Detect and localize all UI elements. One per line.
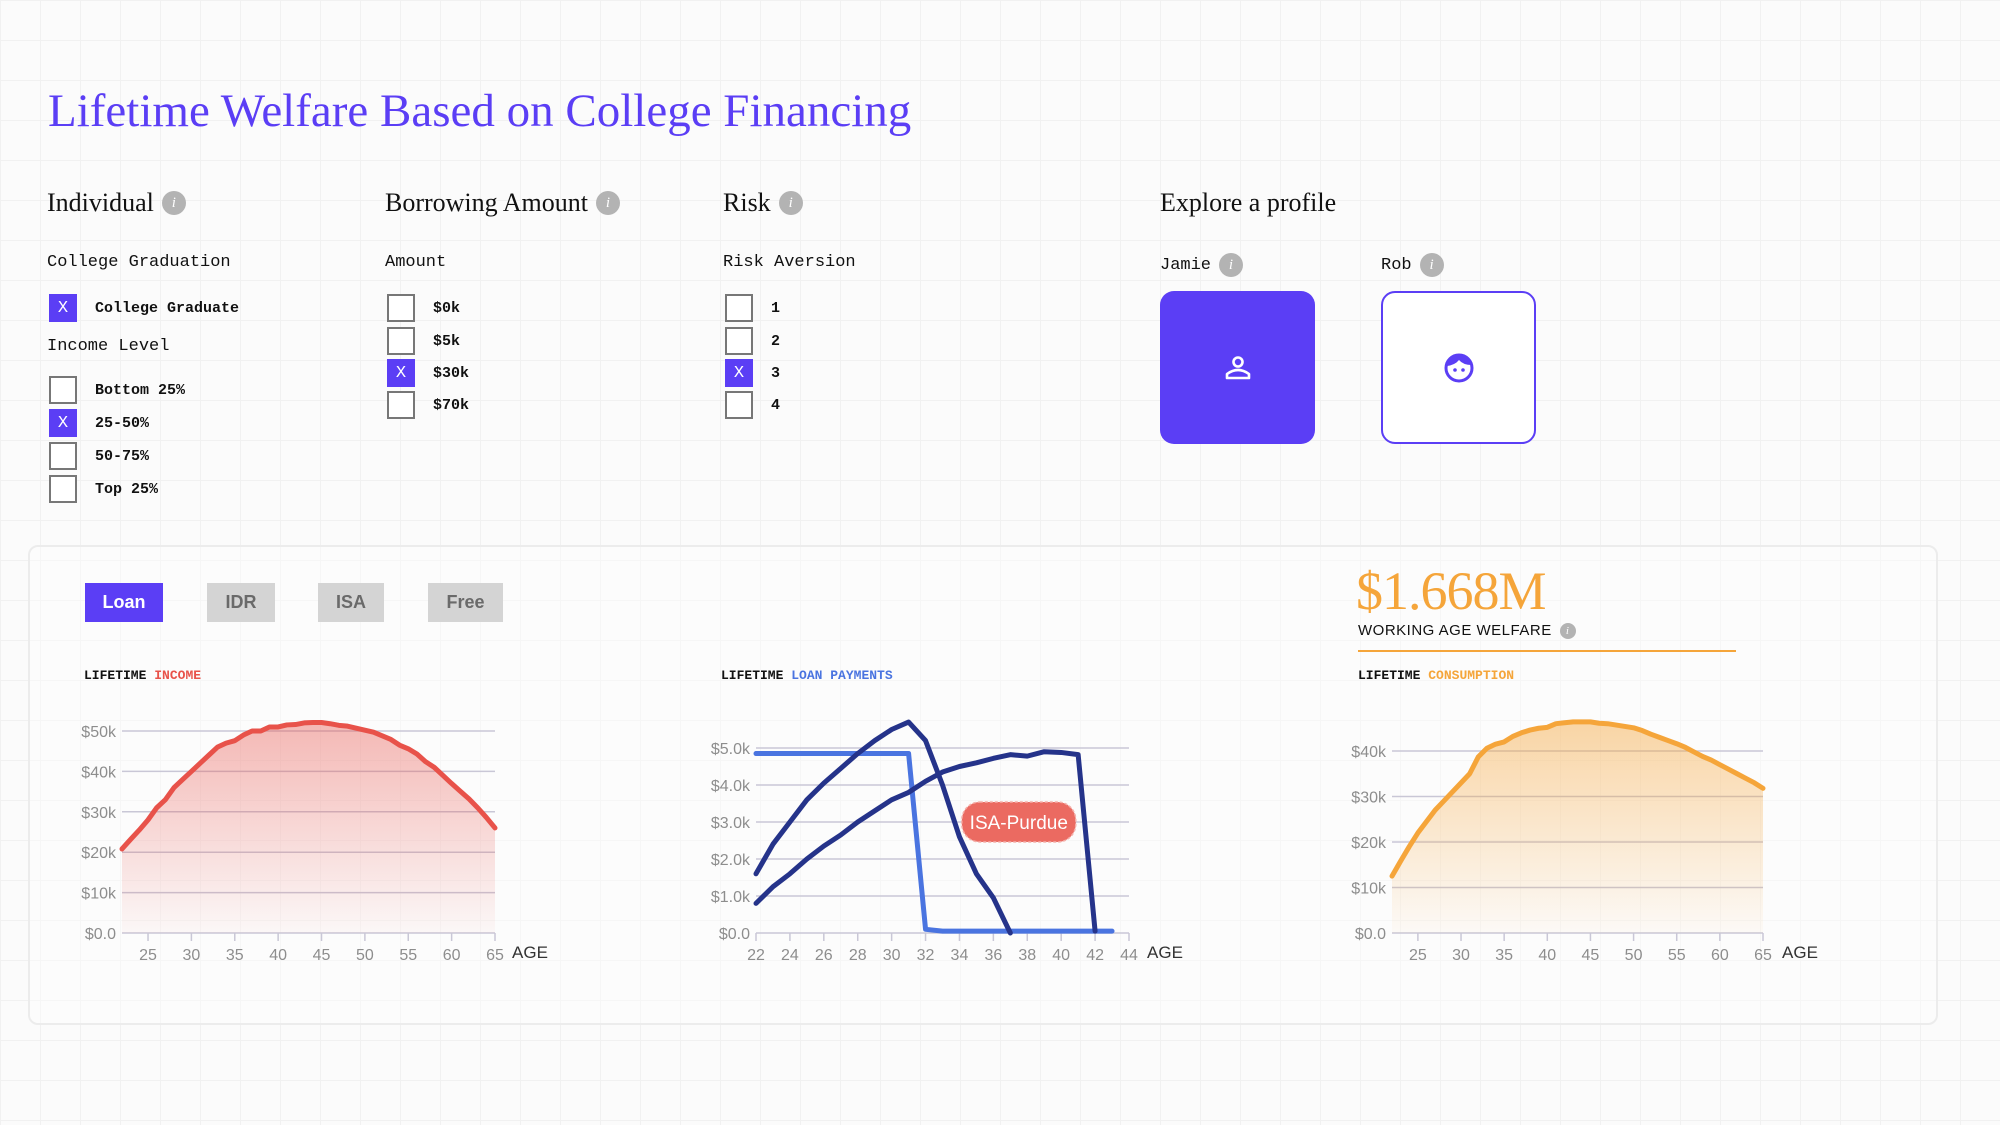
x-tick-label: 30 [883,947,901,964]
x-tick-label: 45 [1582,947,1600,964]
x-axis-label: AGE [512,943,548,962]
x-tick-label: 32 [917,947,935,964]
x-tick-label: 42 [1086,947,1104,964]
y-tick-label: $40k [81,764,117,781]
x-tick-label: 35 [226,947,244,964]
area-fill [122,722,495,933]
x-axis-label: AGE [1782,943,1818,962]
y-tick-label: $30k [81,805,117,822]
x-tick-label: 60 [443,947,461,964]
y-tick-label: $20k [81,845,117,862]
y-tick-label: $4.0k [711,778,751,795]
y-tick-label: $30k [1351,790,1387,807]
annotation-label: ISA-Purdue [970,813,1068,834]
y-tick-label: $20k [1351,835,1387,852]
y-tick-label: $10k [81,886,117,903]
x-tick-label: 65 [1754,947,1772,964]
x-tick-label: 40 [1052,947,1070,964]
x-tick-label: 45 [313,947,331,964]
y-tick-label: $0.0 [1355,926,1386,943]
y-tick-label: $50k [81,724,117,741]
y-tick-label: $40k [1351,744,1387,761]
x-tick-label: 50 [1625,947,1643,964]
y-tick-label: $0.0 [719,926,750,943]
y-tick-label: $10k [1351,881,1387,898]
y-tick-label: $5.0k [711,741,751,758]
x-axis-label: AGE [1147,943,1183,962]
x-tick-label: 40 [269,947,287,964]
y-tick-label: $1.0k [711,889,751,906]
charts-layer: $0.0 $10k $20k $30k $40k $50k 25 30 35 40 45 50 55 60… [81,719,1818,964]
x-tick-label: 44 [1120,947,1138,964]
y-tick-label: $2.0k [711,852,751,869]
x-tick-label: 28 [849,947,867,964]
x-tick-label: 22 [747,947,765,964]
x-tick-label: 36 [984,947,1002,964]
x-tick-label: 35 [1495,947,1513,964]
x-tick-label: 65 [486,947,504,964]
x-tick-label: 30 [182,947,200,964]
area-fill [1392,721,1763,933]
y-tick-label: $0.0 [85,926,116,943]
x-tick-label: 50 [356,947,374,964]
x-tick-label: 40 [1538,947,1556,964]
x-tick-label: 26 [815,947,833,964]
x-tick-label: 25 [139,947,157,964]
x-tick-label: 30 [1452,947,1470,964]
x-tick-label: 25 [1409,947,1427,964]
x-tick-label: 55 [1668,947,1686,964]
x-tick-label: 34 [951,947,969,964]
y-tick-label: $3.0k [711,815,751,832]
x-tick-label: 60 [1711,947,1729,964]
x-tick-label: 55 [399,947,417,964]
x-tick-label: 38 [1018,947,1036,964]
x-tick-label: 24 [781,947,799,964]
